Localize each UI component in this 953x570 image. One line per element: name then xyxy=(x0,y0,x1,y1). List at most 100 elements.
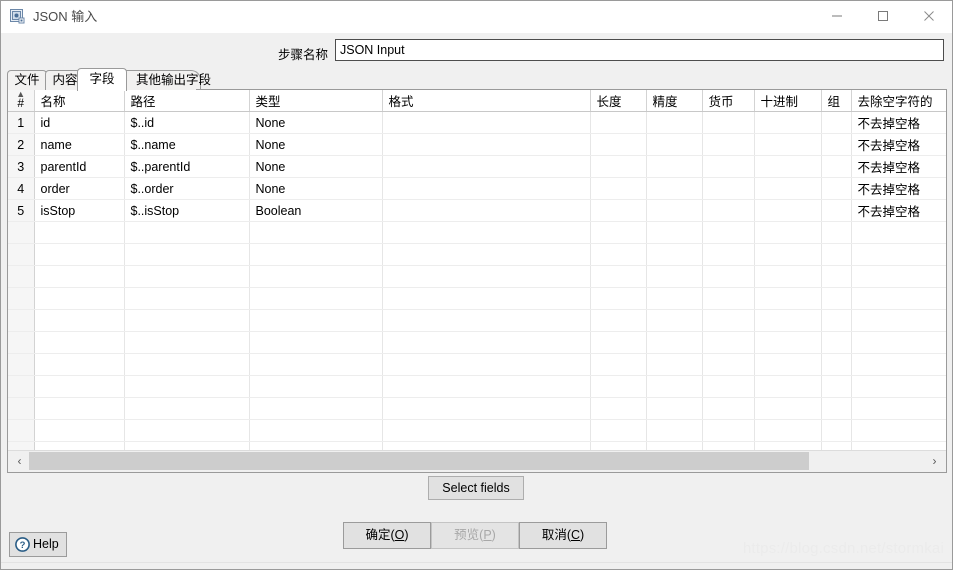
cell-currency[interactable] xyxy=(702,199,755,222)
cell-name[interactable] xyxy=(34,397,125,420)
cell-currency[interactable] xyxy=(702,177,755,200)
cell-type[interactable]: None xyxy=(249,155,383,178)
cell-decimal[interactable] xyxy=(754,331,822,354)
cell-decimal[interactable] xyxy=(754,375,822,398)
cell-path[interactable] xyxy=(124,441,250,450)
cell-decimal[interactable] xyxy=(754,309,822,332)
table-row[interactable]: 3 parentId $..parentId None 不去掉空格 xyxy=(8,155,946,178)
cell-decimal[interactable] xyxy=(754,155,822,178)
table-row-empty[interactable] xyxy=(8,243,946,266)
cell-length[interactable] xyxy=(590,133,647,156)
step-name-input[interactable] xyxy=(335,39,944,61)
cell-currency[interactable] xyxy=(702,375,755,398)
cell-decimal[interactable] xyxy=(754,353,822,376)
tab-additional-output-fields[interactable]: 其他输出字段 xyxy=(117,70,211,90)
cell-group[interactable] xyxy=(821,331,852,354)
cell-group[interactable] xyxy=(821,375,852,398)
scrollbar-thumb[interactable] xyxy=(29,452,809,470)
column-header-index[interactable]: ▲ # xyxy=(8,90,35,112)
table-row[interactable]: 5 isStop $..isStop Boolean 不去掉空格 xyxy=(8,199,946,222)
cell-decimal[interactable] xyxy=(754,133,822,156)
cell-trim-type[interactable] xyxy=(851,419,946,442)
cell-trim-type[interactable]: 不去掉空格 xyxy=(851,155,946,178)
cell-type[interactable]: None xyxy=(249,133,383,156)
cell-path[interactable] xyxy=(124,309,250,332)
cell-length[interactable] xyxy=(590,353,647,376)
preview-button[interactable]: 预览(P) xyxy=(431,522,519,549)
cell-format[interactable] xyxy=(382,287,591,310)
cell-type[interactable]: None xyxy=(249,177,383,200)
cell-format[interactable] xyxy=(382,221,591,244)
cell-path[interactable] xyxy=(124,375,250,398)
cell-name[interactable]: parentId xyxy=(34,155,125,178)
table-row-empty[interactable] xyxy=(8,441,946,450)
cell-currency[interactable] xyxy=(702,441,755,450)
cell-format[interactable] xyxy=(382,419,591,442)
cell-length[interactable] xyxy=(590,199,647,222)
cell-group[interactable] xyxy=(821,133,852,156)
cell-type[interactable] xyxy=(249,287,383,310)
tab-fields[interactable]: 字段 xyxy=(77,68,127,91)
cell-name[interactable]: order xyxy=(34,177,125,200)
cell-currency[interactable] xyxy=(702,397,755,420)
table-row-empty[interactable] xyxy=(8,265,946,288)
cell-trim-type[interactable] xyxy=(851,397,946,420)
cell-group[interactable] xyxy=(821,419,852,442)
cell-group[interactable] xyxy=(821,441,852,450)
cell-name[interactable] xyxy=(34,221,125,244)
cell-currency[interactable] xyxy=(702,331,755,354)
column-header-precision[interactable]: 精度 xyxy=(646,90,703,112)
cell-trim-type[interactable] xyxy=(851,441,946,450)
cell-length[interactable] xyxy=(590,397,647,420)
cell-currency[interactable] xyxy=(702,287,755,310)
cell-name[interactable] xyxy=(34,353,125,376)
cell-name[interactable] xyxy=(34,265,125,288)
help-button[interactable]: ? Help xyxy=(9,532,67,557)
cell-precision[interactable] xyxy=(646,111,703,134)
cell-group[interactable] xyxy=(821,265,852,288)
table-row-empty[interactable] xyxy=(8,375,946,398)
cell-group[interactable] xyxy=(821,287,852,310)
cell-decimal[interactable] xyxy=(754,287,822,310)
table-row-empty[interactable] xyxy=(8,331,946,354)
cell-format[interactable] xyxy=(382,133,591,156)
cell-precision[interactable] xyxy=(646,331,703,354)
cell-length[interactable] xyxy=(590,375,647,398)
column-header-decimal[interactable]: 十进制 xyxy=(754,90,822,112)
cell-type[interactable] xyxy=(249,265,383,288)
cell-currency[interactable] xyxy=(702,265,755,288)
cell-path[interactable] xyxy=(124,331,250,354)
cell-name[interactable] xyxy=(34,309,125,332)
cell-precision[interactable] xyxy=(646,133,703,156)
cell-trim-type[interactable]: 不去掉空格 xyxy=(851,133,946,156)
cell-type[interactable] xyxy=(249,375,383,398)
cell-length[interactable] xyxy=(590,419,647,442)
cell-currency[interactable] xyxy=(702,221,755,244)
cell-name[interactable] xyxy=(34,441,125,450)
cell-format[interactable] xyxy=(382,375,591,398)
cell-format[interactable] xyxy=(382,199,591,222)
cell-type[interactable] xyxy=(249,397,383,420)
cell-format[interactable] xyxy=(382,155,591,178)
cell-name[interactable] xyxy=(34,375,125,398)
cell-trim-type[interactable] xyxy=(851,331,946,354)
cell-format[interactable] xyxy=(382,177,591,200)
column-header-format[interactable]: 格式 xyxy=(382,90,591,112)
column-header-group[interactable]: 组 xyxy=(821,90,852,112)
cell-trim-type[interactable] xyxy=(851,375,946,398)
tab-file[interactable]: 文件 xyxy=(7,70,47,90)
cell-currency[interactable] xyxy=(702,309,755,332)
cell-name[interactable] xyxy=(34,243,125,266)
cell-format[interactable] xyxy=(382,111,591,134)
cell-group[interactable] xyxy=(821,353,852,376)
cell-path[interactable] xyxy=(124,397,250,420)
cell-currency[interactable] xyxy=(702,243,755,266)
cell-trim-type[interactable]: 不去掉空格 xyxy=(851,177,946,200)
cell-name[interactable]: isStop xyxy=(34,199,125,222)
cell-group[interactable] xyxy=(821,177,852,200)
cell-format[interactable] xyxy=(382,441,591,450)
cell-currency[interactable] xyxy=(702,353,755,376)
cell-type[interactable] xyxy=(249,353,383,376)
cell-length[interactable] xyxy=(590,243,647,266)
table-row-empty[interactable] xyxy=(8,353,946,376)
